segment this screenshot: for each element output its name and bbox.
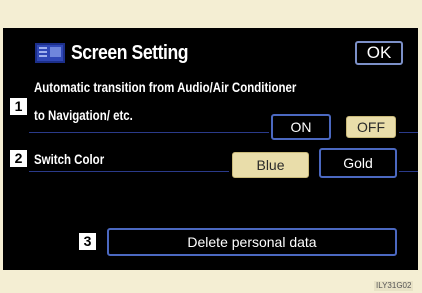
setting-number-1: 1 [10, 98, 27, 115]
screen-settings-icon [35, 43, 65, 63]
setting-2-blue-button[interactable]: Blue [232, 152, 309, 178]
setting-2-divider-right [399, 171, 418, 172]
setting-number-3: 3 [79, 233, 96, 250]
settings-screen: Screen Setting OK 1 Automatic transition… [3, 28, 418, 270]
setting-2-divider [29, 171, 229, 172]
setting-1-label-line1: Automatic transition from Audio/Air Cond… [34, 79, 297, 95]
setting-1-off-button[interactable]: OFF [346, 116, 396, 138]
delete-personal-data-button[interactable]: Delete personal data [107, 228, 397, 256]
setting-1-divider [29, 132, 269, 133]
setting-1-label-line2: to Navigation/ etc. [34, 107, 133, 123]
setting-2-gold-button[interactable]: Gold [319, 148, 397, 178]
setting-1-on-button[interactable]: ON [271, 114, 331, 140]
setting-2-label: Switch Color [34, 151, 105, 167]
page-title: Screen Setting [71, 42, 189, 64]
image-code: ILY31G02 [374, 281, 414, 291]
setting-1-divider-right [399, 132, 418, 133]
ok-button[interactable]: OK [355, 41, 403, 65]
setting-number-2: 2 [10, 150, 27, 167]
